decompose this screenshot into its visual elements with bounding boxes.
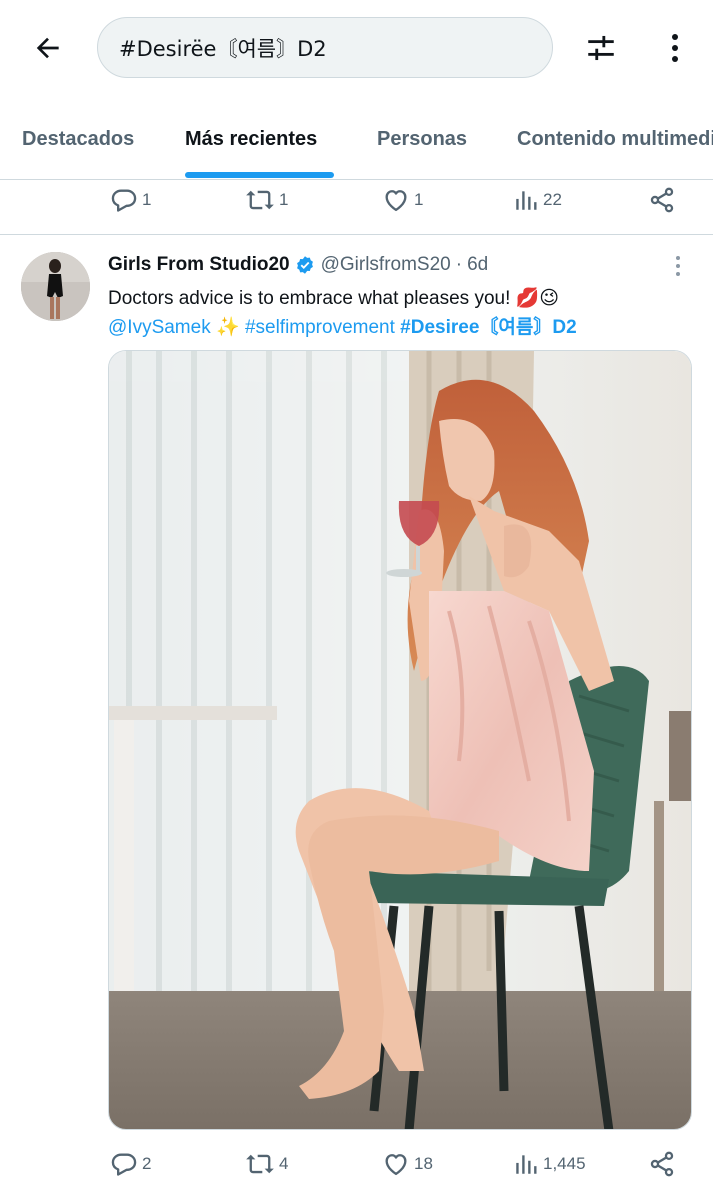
author-name[interactable]: Girls From Studio20 (108, 254, 290, 276)
like-count: 18 (414, 1154, 433, 1173)
repost-icon (246, 190, 274, 210)
search-input[interactable]: #Desirëe〘여름〙D2 (97, 17, 553, 78)
tab-mas-recientes[interactable]: Más recientes (185, 128, 317, 151)
reply-icon (111, 1153, 137, 1176)
search-tabs: Destacados Más recientes Personas Conten… (0, 108, 713, 180)
share-icon (650, 187, 674, 213)
author-handle[interactable]: @GirlsfromS20 (321, 254, 451, 276)
tab-contenido-multimedia[interactable]: Contenido multimedia (517, 128, 713, 151)
tab-personas[interactable]: Personas (377, 128, 467, 151)
repost-count: 1 (279, 190, 289, 209)
views-icon (516, 191, 537, 210)
heart-icon (385, 1154, 407, 1176)
mention-link[interactable]: @IvySamek (108, 317, 211, 338)
views-count: 22 (543, 190, 562, 209)
hashtag-link-desiree[interactable]: #Desiree〘여름〙D2 (400, 317, 576, 338)
separator-dot: · (455, 254, 463, 275)
verified-badge-icon (295, 255, 315, 275)
filter-icon[interactable] (581, 28, 621, 68)
active-tab-indicator (185, 172, 334, 178)
kiss-wink-emoji: 💋😉 (515, 287, 560, 309)
share-button[interactable] (648, 1144, 676, 1184)
reply-count: 1 (142, 190, 152, 209)
post-header: Girls From Studio20 @GirlsfromS20 · 6d (108, 252, 488, 278)
post-time[interactable]: 6d (467, 254, 488, 276)
views-icon (516, 1155, 537, 1174)
back-arrow-icon[interactable] (28, 28, 68, 68)
views-button[interactable]: 1,445 (513, 1144, 586, 1184)
like-count: 1 (414, 190, 424, 209)
post-text-body: Doctors advice is to embrace what please… (108, 288, 511, 309)
post-text-line-1: Doctors advice is to embrace what please… (108, 284, 688, 313)
more-options-icon[interactable] (655, 28, 695, 68)
prev-post-actions: 1 1 1 22 (0, 180, 713, 220)
views-button[interactable]: 22 (513, 180, 562, 220)
search-query: #Desirëe〘여름〙D2 (119, 36, 327, 61)
like-button[interactable]: 18 (382, 1144, 433, 1184)
post-text: Doctors advice is to embrace what please… (108, 284, 688, 342)
repost-icon (246, 1154, 274, 1174)
reply-count: 2 (142, 1154, 152, 1173)
post-actions: 2 4 18 1,445 (0, 1144, 713, 1184)
heart-icon (385, 190, 407, 212)
like-button[interactable]: 1 (382, 180, 423, 220)
post-more-icon[interactable] (668, 254, 688, 278)
post-text-line-2: @IvySamek ✨ #selfimprovement #Desiree〘여름… (108, 313, 688, 342)
reply-button[interactable]: 1 (110, 180, 151, 220)
top-bar: #Desirëe〘여름〙D2 (0, 0, 713, 96)
repost-count: 4 (279, 1154, 289, 1173)
author-avatar[interactable] (21, 252, 90, 321)
share-icon (650, 1151, 674, 1177)
hashtag-link-selfimprovement[interactable]: #selfimprovement (245, 317, 395, 338)
share-button[interactable] (648, 180, 676, 220)
repost-button[interactable]: 1 (245, 180, 288, 220)
reply-button[interactable]: 2 (110, 1144, 151, 1184)
reply-icon (111, 189, 137, 212)
post-divider (0, 234, 713, 235)
views-count: 1,445 (543, 1154, 586, 1173)
post-image[interactable] (108, 350, 692, 1130)
tab-destacados[interactable]: Destacados (22, 128, 134, 151)
sparkles-emoji: ✨ (215, 316, 240, 338)
repost-button[interactable]: 4 (245, 1144, 288, 1184)
